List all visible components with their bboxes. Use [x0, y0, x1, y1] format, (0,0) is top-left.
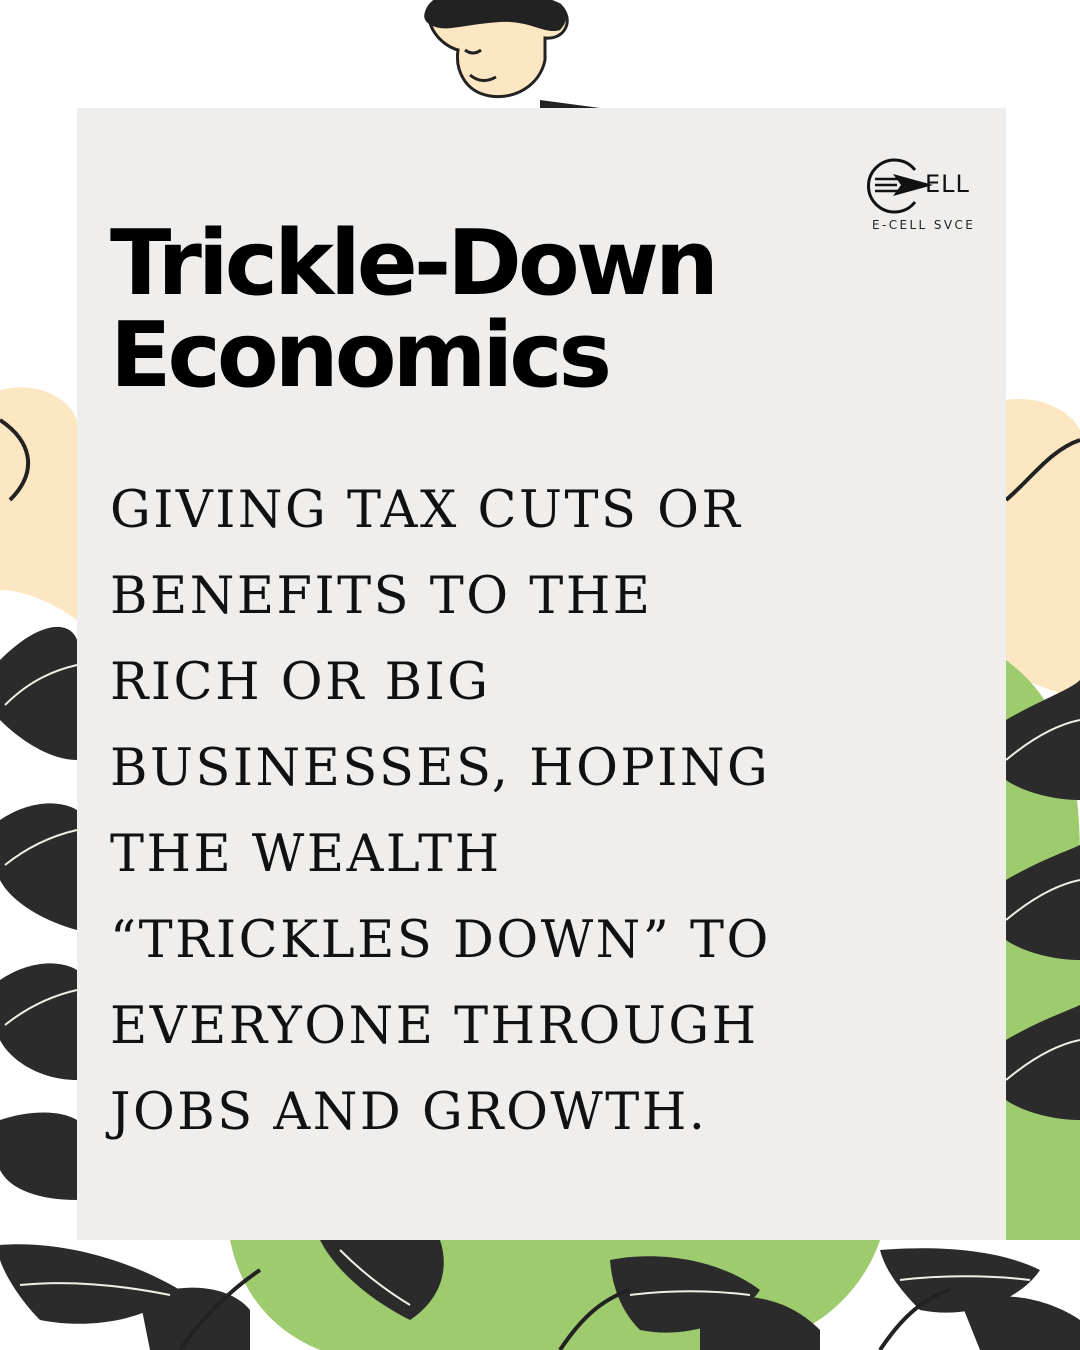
- definition-line: RICH OR BIG: [110, 653, 491, 712]
- definition-line: BENEFITS TO THE: [110, 567, 653, 626]
- definition-line: GIVING TAX CUTS OR: [110, 481, 743, 540]
- page-title: Trickle-Down Economics: [110, 211, 719, 408]
- title-line-2: Economics: [110, 303, 612, 408]
- peach-blob-left: [0, 387, 77, 620]
- definition-line: EVERYONE THROUGH: [110, 997, 759, 1056]
- ecell-logo: ELL E-CELL SVCE: [863, 156, 993, 236]
- definition-line: “TRICKLES DOWN” TO: [110, 911, 771, 970]
- dark-leaves-left: [0, 626, 77, 1200]
- person-illustration: [424, 0, 600, 108]
- definition-line: JOBS AND GROWTH.: [110, 1083, 708, 1142]
- logo-tagline: E-CELL SVCE: [872, 218, 976, 232]
- definition-line: THE WEALTH: [110, 825, 502, 884]
- definition-line: BUSINESSES, HOPING: [110, 739, 771, 798]
- definition-text: GIVING TAX CUTS OR BENEFITS TO THE RICH …: [110, 468, 990, 1156]
- content-card: ELL E-CELL SVCE Trickle-Down Economics G…: [77, 108, 1006, 1240]
- title-line-1: Trickle-Down: [110, 211, 719, 316]
- logo-wordmark: ELL: [925, 170, 970, 198]
